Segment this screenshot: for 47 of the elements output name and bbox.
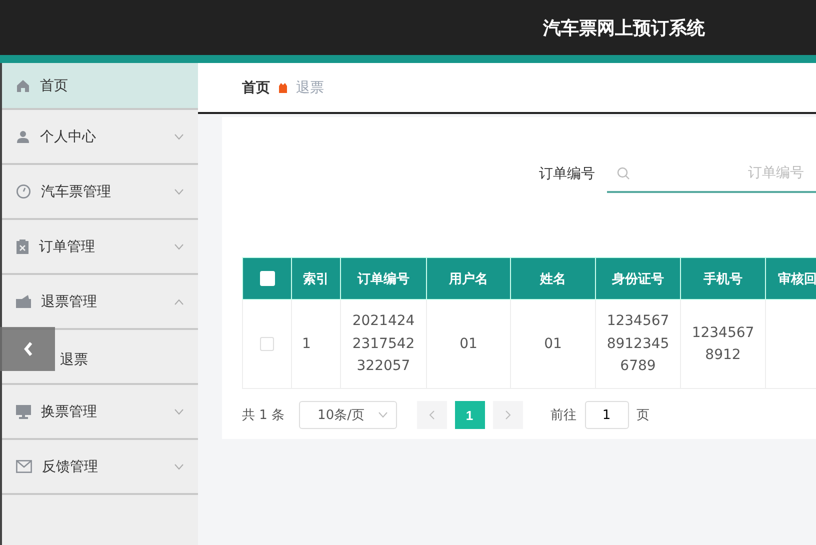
goto-label: 前往 [550,407,577,424]
column-header: 订单编号 [340,258,426,300]
next-page-button[interactable] [492,401,523,429]
column-header: 索引 [292,258,340,300]
search-label: 订单编号 [539,165,595,183]
user-icon [16,130,30,144]
monitor-icon [16,404,31,418]
row-checkbox[interactable] [260,336,274,351]
breadcrumb-item[interactable]: 首页 [242,78,270,96]
sidebar-item[interactable]: 首页 [2,63,198,110]
total-count: 共 1 条 [242,407,285,424]
table-cell: 1234567 8912 [680,300,766,388]
page-unit: 页 [636,407,650,424]
sidebar-item[interactable]: 换票管理 [2,385,198,440]
clipboard-icon [16,239,29,254]
chevron-right-icon [504,410,511,420]
sidebar-item[interactable]: 订单管理 [2,220,198,275]
goto-page-field[interactable]: 1 [584,401,629,429]
sidebar-item[interactable]: 个人中心 [2,110,198,165]
column-header: 审核回 [766,258,816,300]
home-icon [16,78,30,92]
select-all-checkbox[interactable] [260,270,274,286]
separator-icon [278,82,288,92]
sidebar-item[interactable]: 反馈管理 [2,440,198,495]
chevron-left-icon [428,410,435,420]
sidebar-subitem[interactable]: 退票 [60,351,88,369]
column-header: 身份证号 [596,258,680,300]
table-cell: 1234567 8912345 6789 [596,300,680,388]
search-icon [617,166,630,180]
table-cell: 01 [426,300,510,388]
wallet-icon [16,295,31,308]
column-header: 用户名 [426,258,510,300]
table-cell: 1 [292,300,340,388]
collapse-button[interactable] [0,327,55,371]
table-cell: 2021424 2317542 322057 [340,300,426,388]
prev-page-button[interactable] [416,401,447,429]
chevron-left-icon [22,341,32,357]
column-header: 姓名 [510,258,596,300]
table-cell: 01 [510,300,596,388]
app-title: 汽车票网上预订系统 [543,16,705,40]
sidebar-item[interactable]: 汽车票管理 [2,165,198,220]
gauge-icon [16,184,31,199]
chevron-down-icon [378,412,388,418]
mail-icon [16,460,32,473]
search-field[interactable]: 订单编号 [638,164,806,182]
column-header: 手机号 [680,258,766,300]
page-size-select[interactable]: 10条/页 [298,401,397,429]
